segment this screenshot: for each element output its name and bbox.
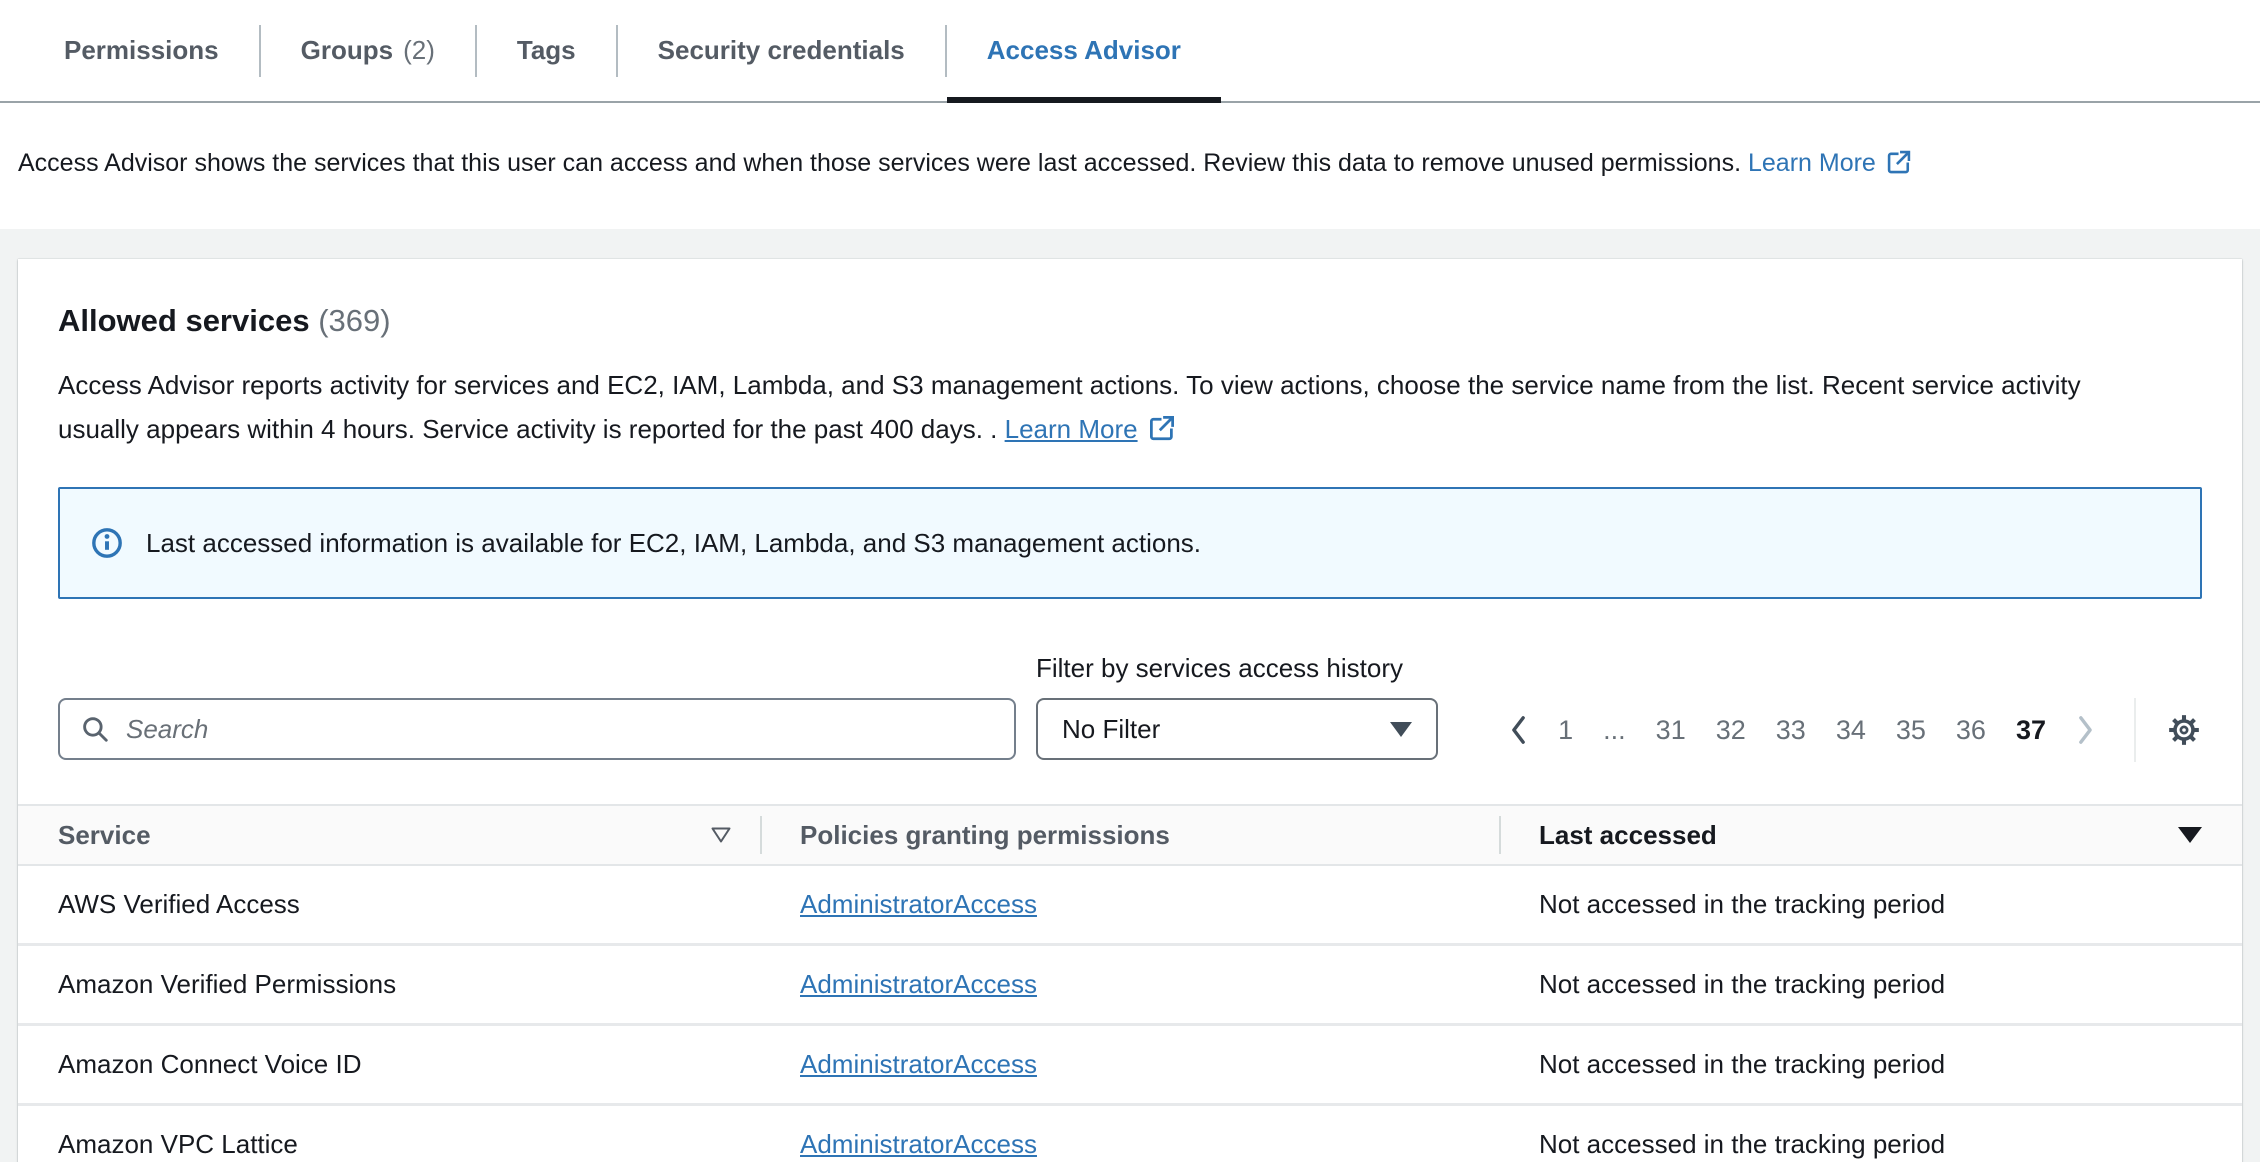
next-page-button[interactable]: [2061, 715, 2110, 745]
last-accessed-value: Not accessed in the tracking period: [1499, 1129, 2242, 1160]
panel-learn-more-link[interactable]: Learn More: [1005, 414, 1177, 444]
tab-permissions[interactable]: Permissions: [24, 0, 259, 101]
page-button[interactable]: 35: [1881, 715, 1941, 746]
table-row: Amazon Verified Permissions Administrato…: [18, 946, 2242, 1026]
sort-descending-outline-icon: [710, 826, 732, 844]
external-link-icon: [1885, 148, 1913, 176]
tab-label: Groups: [301, 35, 393, 66]
sort-descending-filled-icon: [2178, 827, 2202, 843]
tab-groups-count: (2): [403, 35, 435, 66]
pagination: 1 ... 31 32 33 34 35 36 37: [1458, 698, 2202, 762]
info-banner-text: Last accessed information is available f…: [146, 528, 1201, 559]
tab-access-advisor[interactable]: Access Advisor: [947, 0, 1221, 101]
filter-label: Filter by services access history: [1036, 653, 1438, 684]
column-divider: [1499, 816, 1501, 854]
tab-tags[interactable]: Tags: [477, 0, 616, 101]
service-name: Amazon Connect Voice ID: [18, 1049, 760, 1080]
last-accessed-value: Not accessed in the tracking period: [1499, 969, 2242, 1000]
table-row: AWS Verified Access AdministratorAccess …: [18, 866, 2242, 946]
header-policies: Policies granting permissions: [760, 820, 1499, 851]
allowed-services-panel: Allowed services (369) Access Advisor re…: [18, 259, 2242, 1162]
content-area: Allowed services (369) Access Advisor re…: [0, 229, 2260, 1162]
tab-security-credentials[interactable]: Security credentials: [618, 0, 945, 101]
tab-label: Tags: [517, 35, 576, 66]
header-last-accessed[interactable]: Last accessed: [1499, 820, 2242, 851]
last-accessed-value: Not accessed in the tracking period: [1499, 889, 2242, 920]
current-page[interactable]: 37: [2001, 715, 2061, 746]
search-icon: [80, 714, 110, 744]
allowed-services-table: Service Policies granting permissions La…: [18, 804, 2242, 1162]
last-accessed-value: Not accessed in the tracking period: [1499, 1049, 2242, 1080]
panel-title: Allowed services (369): [58, 303, 2202, 339]
service-name: Amazon Verified Permissions: [18, 969, 760, 1000]
policy-link[interactable]: AdministratorAccess: [800, 1129, 1037, 1159]
chevron-right-icon: [2077, 715, 2094, 745]
service-name: Amazon VPC Lattice: [18, 1129, 760, 1160]
policy-link[interactable]: AdministratorAccess: [800, 889, 1037, 919]
tab-bar: Permissions Groups (2) Tags Security cre…: [0, 0, 2260, 103]
gear-icon: [2166, 712, 2202, 748]
page-button[interactable]: 33: [1761, 715, 1821, 746]
table-controls: Filter by services access history No Fil…: [58, 653, 2202, 762]
search-input[interactable]: [126, 714, 994, 745]
page-button[interactable]: 1: [1543, 715, 1588, 746]
previous-page-button[interactable]: [1494, 715, 1543, 745]
page-button[interactable]: 31: [1641, 715, 1701, 746]
column-divider: [760, 816, 762, 854]
page-button[interactable]: 34: [1821, 715, 1881, 746]
chevron-left-icon: [1510, 715, 1527, 745]
intro-text: Access Advisor shows the services that t…: [18, 149, 1741, 177]
service-name: AWS Verified Access: [18, 889, 760, 920]
header-service[interactable]: Service: [18, 820, 760, 851]
tab-groups[interactable]: Groups (2): [261, 0, 475, 101]
policy-link[interactable]: AdministratorAccess: [800, 1049, 1037, 1079]
info-icon: [90, 526, 124, 560]
pagination-divider: [2134, 698, 2136, 762]
table-header-row: Service Policies granting permissions La…: [18, 804, 2242, 866]
table-row: Amazon VPC Lattice AdministratorAccess N…: [18, 1106, 2242, 1162]
panel-description: Access Advisor reports activity for serv…: [58, 363, 2158, 451]
page-button[interactable]: 32: [1701, 715, 1761, 746]
policy-link[interactable]: AdministratorAccess: [800, 969, 1037, 999]
external-link-icon: [1147, 413, 1177, 443]
access-advisor-intro: Access Advisor shows the services that t…: [0, 103, 2260, 181]
settings-button[interactable]: [2160, 712, 2202, 748]
allowed-services-count: (369): [318, 303, 390, 338]
tab-label: Access Advisor: [987, 35, 1181, 66]
info-banner: Last accessed information is available f…: [58, 487, 2202, 599]
tab-label: Permissions: [64, 35, 219, 66]
search-box[interactable]: [58, 698, 1016, 760]
tab-label: Security credentials: [658, 35, 905, 66]
intro-learn-more-link[interactable]: Learn More: [1748, 149, 1913, 177]
page-button[interactable]: 36: [1941, 715, 2001, 746]
page-ellipsis: ...: [1588, 715, 1641, 746]
caret-down-icon: [1390, 722, 1412, 737]
table-row: Amazon Connect Voice ID AdministratorAcc…: [18, 1026, 2242, 1106]
filter-select-value: No Filter: [1062, 714, 1160, 745]
filter-select[interactable]: No Filter: [1036, 698, 1438, 760]
